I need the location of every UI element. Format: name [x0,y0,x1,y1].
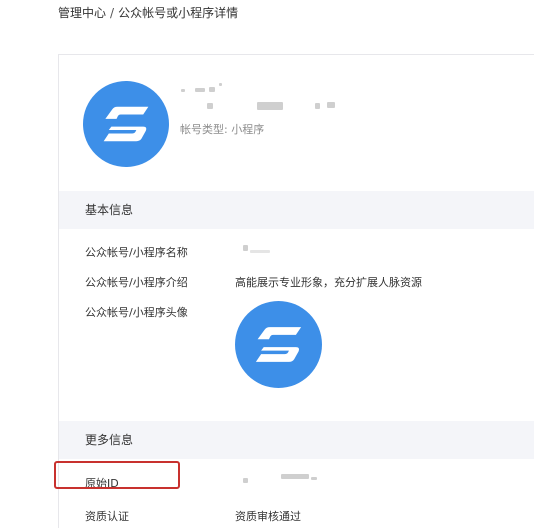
brand-s-logo-icon [255,327,302,362]
account-avatar-large [235,301,322,388]
certification-value: 资质审核通过 [235,510,301,523]
account-name-redacted [181,83,241,95]
original-id-redacted [243,474,317,484]
name-label: 公众帐号/小程序名称 [85,246,188,259]
account-type-label: 帐号类型: [180,123,228,136]
detail-card: 帐号类型: 小程序 基本信息 公众帐号/小程序名称 公众帐号/小程序介绍 高能展… [58,54,534,528]
more-info-header: 更多信息 [59,421,534,459]
breadcrumb-current: 公众帐号或小程序详情 [118,6,239,20]
avatar-label: 公众帐号/小程序头像 [85,306,188,319]
breadcrumb-root[interactable]: 管理中心 [58,6,106,20]
original-id-highlight [54,461,180,489]
account-avatar [83,81,169,167]
basic-info-header: 基本信息 [59,191,534,229]
breadcrumb: 管理中心 / 公众帐号或小程序详情 [58,4,238,21]
account-detail-page: 管理中心 / 公众帐号或小程序详情 帐号类型: 小程序 基本信息 公众帐号/小程序名 [0,0,534,528]
certification-label: 资质认证 [85,510,129,523]
account-id-redacted [207,101,357,111]
account-type: 帐号类型: 小程序 [180,121,264,137]
brand-s-logo-icon [103,106,149,142]
intro-label: 公众帐号/小程序介绍 [85,276,188,289]
name-value-redacted [243,245,303,255]
breadcrumb-separator: / [110,6,115,20]
account-type-value: 小程序 [231,123,265,136]
intro-value: 高能展示专业形象，充分扩展人脉资源 [235,276,422,289]
